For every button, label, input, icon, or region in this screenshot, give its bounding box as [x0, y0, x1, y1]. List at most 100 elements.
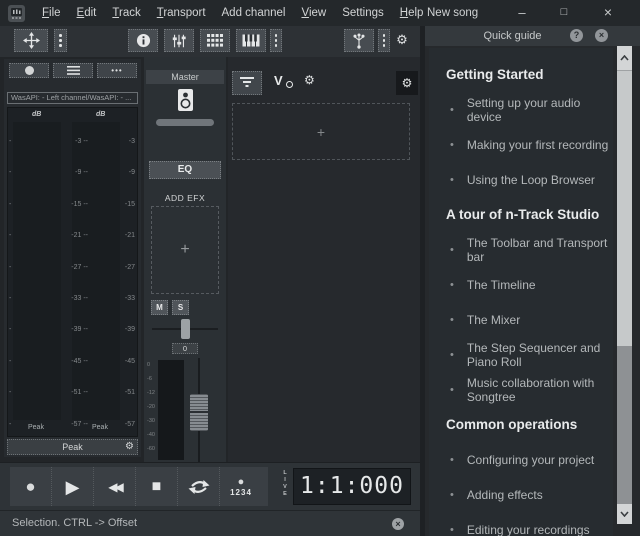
menu-track[interactable]: Track: [104, 0, 148, 26]
efx-drop-zone[interactable]: +: [151, 206, 219, 294]
timeline-area: V ⚙ ⚙ +: [228, 57, 420, 462]
rewind-button[interactable]: ◀◀: [94, 467, 136, 506]
status-text: Selection. CTRL -> Offset: [12, 511, 137, 536]
gear-icon: ⚙: [304, 73, 315, 87]
chevron-down-icon: [620, 511, 629, 517]
guide-link[interactable]: •Configuring your project: [429, 442, 613, 477]
track-info-button[interactable]: [128, 29, 158, 52]
meter-tick: --21 ---21: [8, 232, 137, 242]
master-fader-section: 0 -6 -12 -20 -30 -40 -60: [144, 358, 226, 462]
guide-link[interactable]: •Adding effects: [429, 477, 613, 512]
track-filter-button[interactable]: [232, 71, 262, 95]
guide-link[interactable]: •The Mixer: [429, 302, 613, 337]
help-icon[interactable]: ?: [570, 29, 583, 42]
master-channel-strip: Master EQ ADD EFX + M S 0 0 -6 -12 -20: [144, 57, 226, 462]
peak-button-label: Peak: [8, 442, 137, 452]
stop-button[interactable]: ■: [136, 467, 178, 506]
stop-icon: ■: [152, 479, 162, 495]
meter-tick: --9 ---9: [8, 169, 137, 179]
track-list-button[interactable]: [53, 63, 93, 78]
menu-transport[interactable]: Transport: [149, 0, 214, 26]
timeline-settings-button[interactable]: ⚙: [304, 73, 315, 87]
guide-link[interactable]: •The Step Sequencer and Piano Roll: [429, 337, 613, 372]
pan-handle[interactable]: [181, 319, 190, 339]
filter-icon: [240, 77, 254, 89]
guide-link[interactable]: •The Timeline: [429, 267, 613, 302]
toolbar-overflow-button-3[interactable]: [378, 29, 390, 52]
solo-button[interactable]: S: [172, 300, 189, 315]
menu-add-channel[interactable]: Add channel: [214, 0, 294, 26]
quick-guide-content: Getting Started •Setting up your audio d…: [429, 48, 613, 536]
pan-slider[interactable]: [152, 319, 218, 339]
titlebar: File Edit Track Transport Add channel Vi…: [0, 0, 640, 26]
peak-mode-button[interactable]: Peak ⚙: [7, 439, 138, 455]
status-close-icon[interactable]: ×: [392, 518, 404, 530]
step-sequencer-button[interactable]: [200, 29, 230, 52]
bullet-icon: •: [450, 104, 454, 116]
piano-roll-button[interactable]: [236, 29, 266, 52]
audio-device-selector[interactable]: WasAPI: - Left channel/WasAPI: - ...: [7, 92, 138, 104]
record-icon: [25, 66, 34, 75]
menu-view[interactable]: View: [293, 0, 334, 26]
menu-settings[interactable]: Settings: [334, 0, 392, 26]
time-display[interactable]: 1:1:000: [293, 468, 411, 505]
speaker-icon[interactable]: [144, 88, 226, 112]
ellipsis-icon: •••: [111, 66, 122, 75]
info-icon: [136, 33, 151, 48]
fader-scale-tick: -12: [147, 390, 155, 396]
guide-link[interactable]: •Using the Loop Browser: [429, 162, 613, 197]
menu-edit[interactable]: Edit: [69, 0, 105, 26]
move-tool-button[interactable]: [14, 29, 48, 52]
mute-button[interactable]: M: [151, 300, 168, 315]
toolbar-settings-button[interactable]: ⚙: [393, 29, 411, 52]
piano-roll-icon: [242, 34, 260, 47]
metronome-count-in-button[interactable]: ● 1234: [220, 467, 262, 506]
record-button[interactable]: ●: [10, 467, 52, 506]
guide-link[interactable]: •Setting up your audio device: [429, 92, 613, 127]
toolbar-overflow-button-2[interactable]: [270, 29, 282, 52]
scrollbar-track[interactable]: [617, 346, 632, 504]
meter-tick: --45 ---45: [8, 358, 137, 368]
guide-link[interactable]: •Making your first recording: [429, 127, 613, 162]
close-panel-icon[interactable]: ×: [595, 29, 608, 42]
scrollbar-thumb[interactable]: [617, 70, 632, 346]
move-icon: [23, 32, 40, 49]
fader-scale-tick: -30: [147, 418, 155, 424]
toolbar-overflow-button-1[interactable]: [54, 29, 67, 52]
maximize-button[interactable]: □: [551, 0, 577, 26]
app-logo-icon: [8, 5, 25, 22]
mixer-button[interactable]: [164, 29, 194, 52]
fader-scale-tick: -40: [147, 432, 155, 438]
meter-tick: --33 ---33: [8, 295, 137, 305]
record-arm-button[interactable]: [9, 63, 49, 78]
close-button[interactable]: ×: [595, 0, 621, 26]
more-options-button[interactable]: •••: [97, 63, 137, 78]
minimize-button[interactable]: –: [509, 0, 535, 26]
metronome-icon: ●: [238, 477, 245, 487]
scroll-down-button[interactable]: [617, 504, 632, 524]
guide-section-heading: A tour of n-Track Studio: [429, 197, 613, 232]
songtree-button[interactable]: [344, 29, 374, 52]
guide-link[interactable]: •The Toolbar and Transport bar: [429, 232, 613, 267]
play-button[interactable]: ▶: [52, 467, 94, 506]
menu-file[interactable]: File: [34, 0, 69, 26]
master-width-slider[interactable]: [156, 119, 214, 126]
add-efx-label: ADD EFX: [144, 193, 226, 203]
songtree-icon: [351, 33, 367, 49]
envelope-tool-icon[interactable]: V: [274, 73, 298, 93]
timeline-corner-settings-button[interactable]: ⚙: [396, 71, 418, 95]
eq-button[interactable]: EQ: [149, 161, 221, 179]
guide-link[interactable]: •Music collaboration with Songtree: [429, 372, 613, 407]
volume-fader-handle[interactable]: [190, 394, 208, 431]
track-drop-zone[interactable]: +: [232, 103, 410, 160]
scroll-up-button[interactable]: [617, 46, 632, 70]
menu-help[interactable]: Help: [392, 0, 432, 26]
pan-value[interactable]: 0: [172, 343, 198, 354]
loop-button[interactable]: [178, 467, 220, 506]
guide-link[interactable]: •Editing your recordings: [429, 512, 613, 536]
mixer-icon: [171, 33, 187, 49]
fader-scale-tick: -60: [147, 446, 155, 452]
count-in-label: 1234: [230, 488, 252, 497]
gear-icon[interactable]: ⚙: [125, 441, 134, 452]
scrollbar: [617, 46, 632, 536]
